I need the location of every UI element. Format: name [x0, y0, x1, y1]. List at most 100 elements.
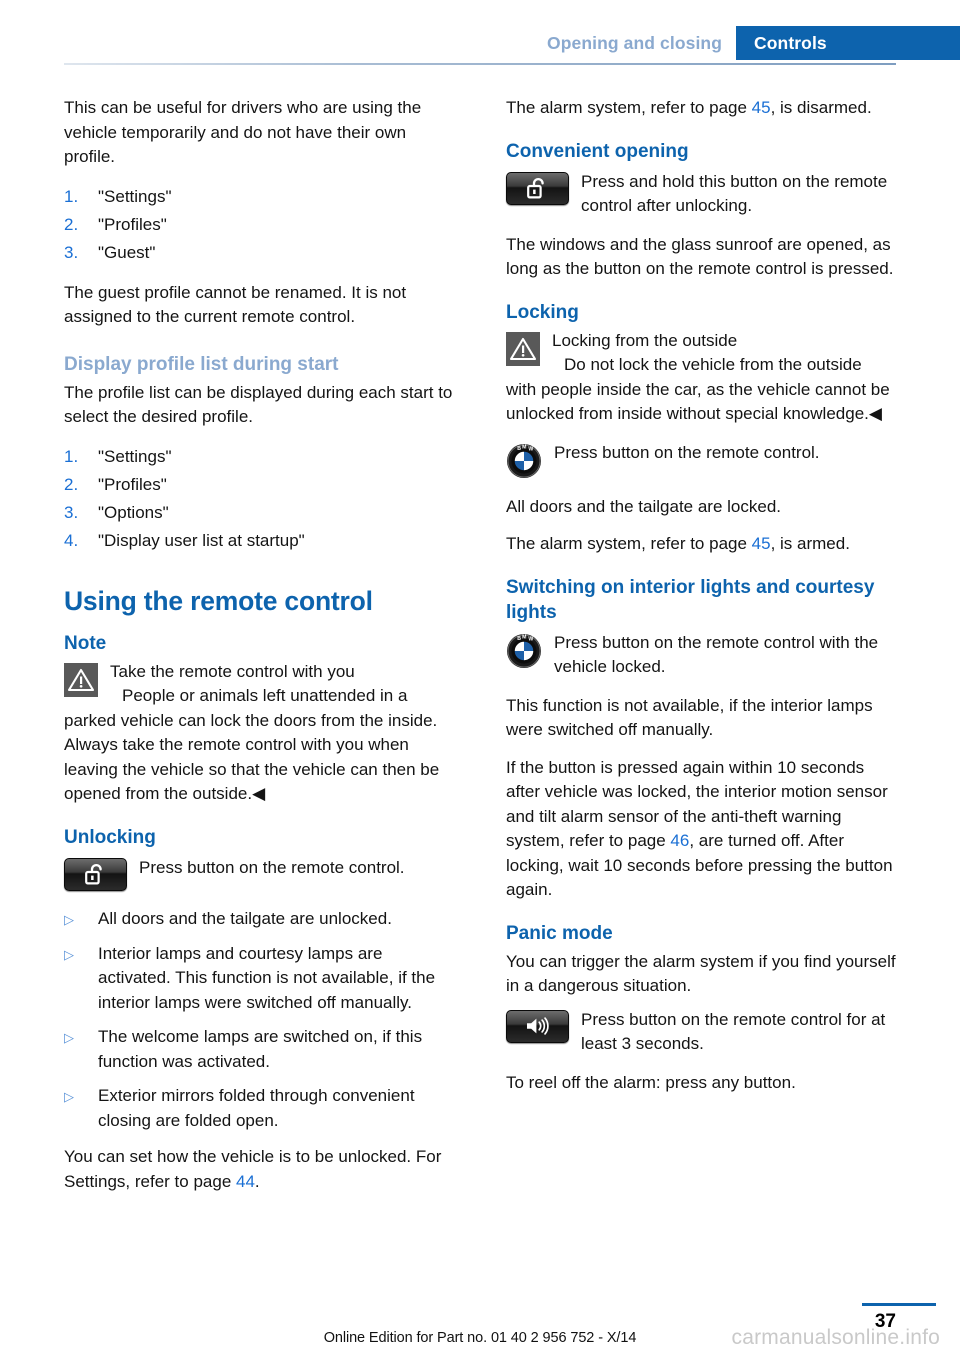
page-reference-link[interactable]: 44	[236, 1172, 255, 1191]
heading-locking: Locking	[506, 301, 579, 323]
list-text: All doors and the tailgate are unlocked.	[98, 908, 392, 928]
heading-panic-mode: Panic mode	[506, 922, 613, 944]
list-text: The welcome lamps are switched on, if th…	[98, 1027, 423, 1071]
alarm-armed-text: The alarm system, refer to page	[506, 534, 752, 553]
unlocking-instruction-row: Press button on the remote control.	[64, 856, 454, 893]
page-header: Opening and closing Controls	[0, 26, 960, 60]
list-number: 2.	[64, 214, 79, 234]
list-text: "Guest"	[98, 242, 156, 262]
header-chapter-label: Controls	[736, 26, 960, 60]
profile-steps-list-2: 1. "Settings" 2. "Profiles" 3. "Options"…	[64, 443, 454, 555]
list-item: 1. "Settings"	[64, 183, 454, 211]
list-item: 2. "Profiles"	[64, 471, 454, 499]
doors-locked-body: All doors and the tailgate are locked.	[506, 496, 782, 516]
triangle-bullet-icon: ▷	[64, 911, 74, 927]
triangle-bullet-icon: ▷	[64, 946, 74, 962]
list-item: 3. "Options"	[64, 499, 454, 527]
interior-lights-instruction-text: Press button on the remote control with …	[554, 632, 879, 677]
interior-lights-instruction-row: B M W Press button on the remote control…	[506, 631, 896, 680]
subheading-display-profile-list: Display profile list during start	[64, 353, 339, 375]
list-text: "Options"	[98, 502, 169, 522]
triangle-bullet-icon: ▷	[64, 1089, 74, 1104]
intro-paragraph: This can be useful for drivers who are u…	[64, 98, 422, 166]
warning-triangle-icon	[64, 662, 98, 705]
warning-body: Do not lock the vehicle from the outside…	[506, 355, 890, 423]
list-item: 3. "Guest"	[64, 239, 454, 267]
unlock-settings-text-end: .	[254, 1171, 260, 1191]
page-reference-link[interactable]: 45	[752, 98, 771, 117]
locking-instruction-row: B M W Press button on the remote control…	[506, 441, 896, 481]
list-text: Interior lamps and courtesy lamps are ac…	[98, 943, 436, 1012]
warning-title: Locking from the outside	[552, 330, 738, 350]
list-number: 3.	[64, 502, 79, 522]
warning-title: Take the remote control with you	[110, 661, 355, 681]
bmw-roundel-button-icon: B M W	[506, 633, 542, 669]
list-item: ▷ The welcome lamps are switched on, if …	[64, 1025, 454, 1074]
panic-mode-body: You can trigger the alarm system if you …	[506, 951, 896, 996]
list-number: 3.	[64, 242, 79, 262]
alarm-armed-text-end: , is armed.	[770, 534, 850, 553]
watermark-label: carmanualsonline.info	[731, 1326, 940, 1349]
list-item: 4. "Display user list at startup"	[64, 527, 454, 555]
warning-triangle-icon	[506, 331, 540, 374]
svg-text:M: M	[522, 634, 526, 640]
left-column: This can be useful for drivers who are u…	[64, 96, 454, 1207]
alarm-disarmed-text: The alarm system, refer to page	[506, 98, 752, 117]
alarm-disarmed-paragraph: The alarm system, refer to page 45, is d…	[506, 96, 896, 121]
right-column: The alarm system, refer to page 45, is d…	[506, 96, 896, 1207]
panic-instruction-text: Press button on the remote control for a…	[581, 1009, 886, 1054]
speaker-alarm-button-icon	[506, 1009, 569, 1043]
page-reference-link[interactable]: 45	[752, 534, 771, 553]
heading-interior-lights: Switching on interior lights and courtes…	[506, 576, 875, 623]
footer-divider	[862, 1303, 936, 1306]
list-number: 4.	[64, 530, 79, 550]
convenient-opening-body: The windows and the glass sunroof are op…	[506, 234, 894, 279]
unlock-settings-paragraph: You can set how the vehicle is to be unl…	[64, 1145, 454, 1194]
unlocking-instruction-text: Press button on the remote control.	[139, 857, 405, 877]
alarm-armed-paragraph: The alarm system, refer to page 45, is a…	[506, 532, 896, 557]
svg-text:B: B	[517, 635, 521, 641]
svg-text:W: W	[528, 636, 533, 642]
list-item: 1. "Settings"	[64, 443, 454, 471]
page-content: This can be useful for drivers who are u…	[64, 96, 896, 1207]
unlock-padlock-button-icon	[506, 171, 569, 205]
profile-steps-list-1: 1. "Settings" 2. "Profiles" 3. "Guest"	[64, 183, 454, 267]
unlocking-result-list: ▷ All doors and the tailgate are unlocke…	[64, 907, 454, 1134]
page-reference-link[interactable]: 46	[670, 831, 689, 850]
list-text: "Settings"	[98, 186, 172, 206]
warning-body: People or animals left unattended in a p…	[64, 686, 440, 803]
ten-seconds-paragraph: If the button is pressed again within 10…	[506, 756, 896, 903]
list-text: "Profiles"	[98, 214, 167, 234]
list-text: "Settings"	[98, 446, 172, 466]
convenient-opening-instruction-row: Press and hold this button on the remote…	[506, 170, 896, 219]
header-divider	[64, 63, 896, 65]
guest-profile-note: The guest profile cannot be renamed. It …	[64, 282, 407, 327]
list-item: ▷ All doors and the tailgate are unlocke…	[64, 907, 454, 932]
list-text: "Display user list at startup"	[98, 530, 305, 550]
heading-note: Note	[64, 632, 107, 654]
interior-lights-body: This function is not available, if the i…	[506, 695, 873, 740]
warning-locking-from-outside: Locking from the outside Do not lock the…	[506, 329, 896, 427]
alarm-disarmed-text-end: , is disarmed.	[770, 98, 872, 117]
list-item: ▷ Exterior mirrors folded through conven…	[64, 1084, 454, 1133]
unlock-padlock-button-icon	[64, 857, 127, 891]
svg-text:W: W	[528, 446, 533, 452]
reel-off-alarm-body: To reel off the alarm: press any button.	[506, 1072, 796, 1092]
list-number: 1.	[64, 446, 79, 466]
heading-unlocking: Unlocking	[64, 826, 156, 848]
svg-text:B: B	[517, 445, 521, 451]
list-text: "Profiles"	[98, 474, 167, 494]
list-text: Exterior mirrors folded through convenie…	[98, 1086, 415, 1130]
warning-note-remote-control: Take the remote control with you People …	[64, 660, 454, 807]
convenient-opening-instruction-text: Press and hold this button on the remote…	[581, 171, 888, 216]
display-profile-body: The profile list can be displayed during…	[64, 382, 453, 427]
header-section-label: Opening and closing	[547, 32, 722, 53]
bmw-roundel-button-icon: B M W	[506, 443, 542, 479]
locking-instruction-text: Press button on the remote control.	[554, 442, 820, 462]
page-title: Using the remote control	[64, 585, 373, 616]
svg-text:M: M	[522, 444, 526, 450]
list-number: 1.	[64, 186, 79, 206]
heading-convenient-opening: Convenient opening	[506, 140, 689, 162]
list-item: ▷ Interior lamps and courtesy lamps are …	[64, 942, 454, 1016]
list-number: 2.	[64, 474, 79, 494]
